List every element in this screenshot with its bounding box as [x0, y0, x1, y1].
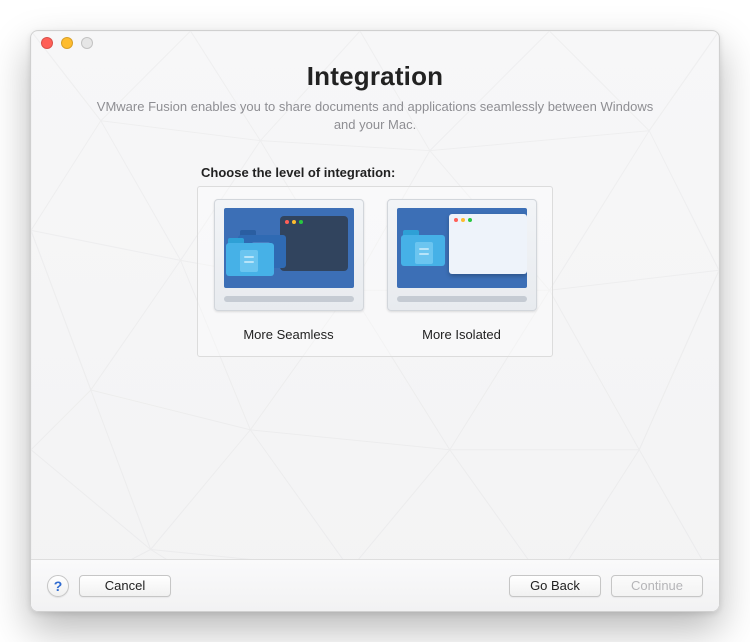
seamless-illustration [214, 199, 364, 311]
footer-toolbar: ? Cancel Go Back Continue [31, 559, 719, 611]
help-button[interactable]: ? [47, 575, 69, 597]
window-zoom-button[interactable] [81, 37, 93, 49]
page-subtitle: VMware Fusion enables you to share docum… [95, 98, 655, 133]
titlebar [31, 31, 719, 55]
choice-more-seamless[interactable]: More Seamless [210, 199, 367, 342]
window-minimize-button[interactable] [61, 37, 73, 49]
continue-button[interactable]: Continue [611, 575, 703, 597]
go-back-button[interactable]: Go Back [509, 575, 601, 597]
content-area: Integration VMware Fusion enables you to… [31, 55, 719, 559]
isolated-illustration [387, 199, 537, 311]
choice-more-isolated[interactable]: More Isolated [383, 199, 540, 342]
installer-window: Integration VMware Fusion enables you to… [30, 30, 720, 612]
window-close-button[interactable] [41, 37, 53, 49]
choice-isolated-label: More Isolated [422, 327, 501, 342]
page-title: Integration [307, 61, 444, 92]
cancel-button[interactable]: Cancel [79, 575, 171, 597]
integration-choice-group: More Seamless [197, 186, 553, 357]
choice-seamless-label: More Seamless [243, 327, 333, 342]
integration-prompt-label: Choose the level of integration: [201, 165, 395, 180]
